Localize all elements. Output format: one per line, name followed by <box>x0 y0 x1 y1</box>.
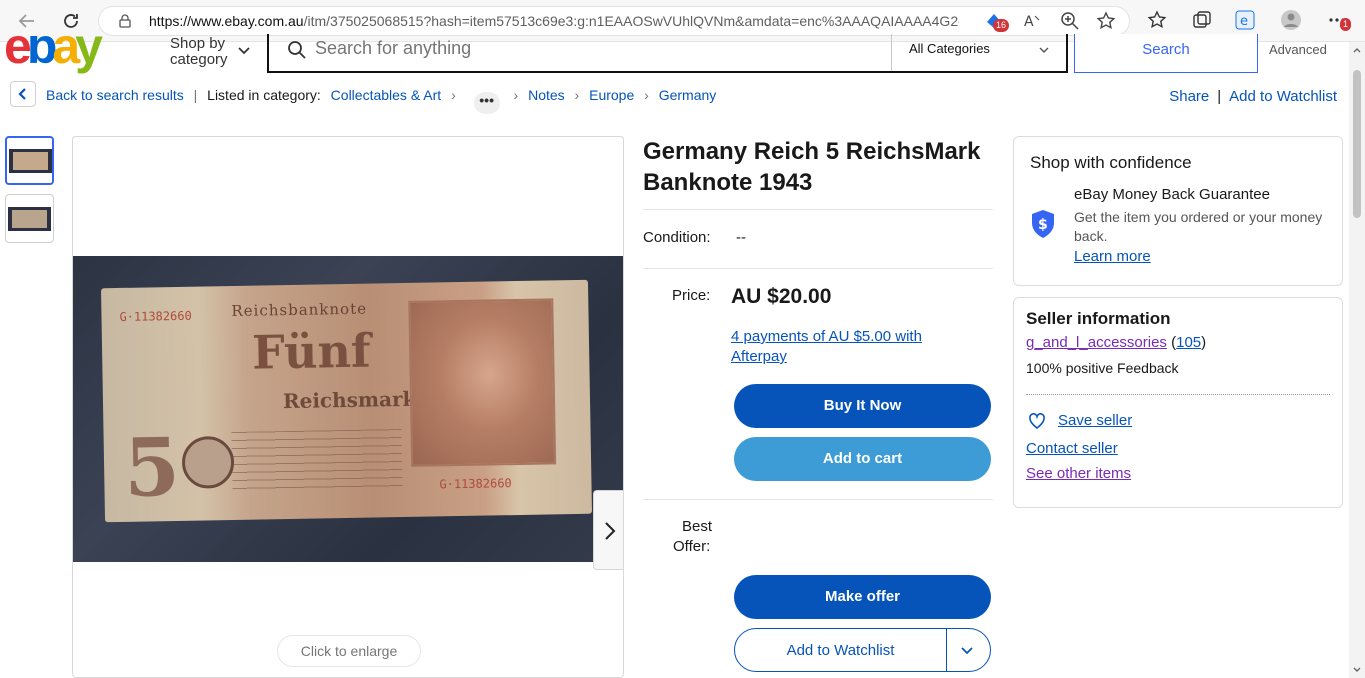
svg-text:e: e <box>1240 14 1248 29</box>
save-seller-link[interactable]: Save seller <box>1058 412 1132 429</box>
main-image-viewer[interactable]: G·11382660 Reichsbanknote Fünf Reichsmar… <box>72 136 624 678</box>
search-button[interactable]: Search <box>1074 34 1258 73</box>
guarantee-title: eBay Money Back Guarantee <box>1074 186 1270 203</box>
svg-text:$: $ <box>1038 217 1048 233</box>
heart-icon[interactable] <box>1028 412 1046 430</box>
condition-label: Condition: <box>643 229 711 246</box>
price-label: Price: <box>672 287 711 304</box>
thumbnail-1[interactable] <box>5 136 54 185</box>
breadcrumb-item-germany[interactable]: Germany <box>659 87 717 103</box>
banknote-thumbnail <box>13 152 48 170</box>
chevron-right-icon: › <box>513 87 519 103</box>
search-bar: All Categories <box>267 34 1068 73</box>
learn-more-link[interactable]: Learn more <box>1074 248 1151 265</box>
edge-extension-icon[interactable]: e <box>1234 9 1256 31</box>
address-bar[interactable]: https://www.ebay.com.au/itm/375025068515… <box>98 6 1130 36</box>
collections-icon[interactable] <box>1191 9 1213 31</box>
svg-text:A: A <box>1024 14 1034 30</box>
scrollbar-thumb[interactable] <box>1353 70 1361 218</box>
divider <box>643 209 993 210</box>
advanced-search-link[interactable]: Advanced <box>1269 42 1327 57</box>
profile-avatar-icon[interactable] <box>1280 9 1302 31</box>
add-to-watchlist-button[interactable]: Add to Watchlist <box>734 628 991 672</box>
chevron-down-icon[interactable] <box>960 643 974 657</box>
shield-icon: $ <box>1032 210 1054 238</box>
search-icon <box>288 41 306 59</box>
breadcrumb-item-europe[interactable]: Europe <box>589 87 634 103</box>
add-to-watchlist-link[interactable]: Add to Watchlist <box>1229 88 1337 105</box>
zoom-icon[interactable] <box>1059 10 1081 32</box>
share-watch-links: Share | Add to Watchlist <box>1169 88 1337 105</box>
banknote-back-thumbnail <box>12 210 47 228</box>
chevron-left-icon <box>18 88 26 100</box>
divider <box>1026 394 1330 395</box>
favorites-icon[interactable] <box>1146 9 1168 31</box>
extension-badge: 16 <box>993 19 1010 32</box>
scroll-up-icon[interactable] <box>1349 42 1365 58</box>
scroll-down-icon[interactable] <box>1349 662 1365 678</box>
chevron-down-icon[interactable] <box>236 42 252 58</box>
item-title: Germany Reich 5 ReichsMark Banknote 1943 <box>643 138 981 196</box>
chevron-down-icon <box>1039 47 1049 53</box>
seller-name: g_and_l_accessories (105) <box>1026 334 1207 351</box>
breadcrumb-item-collectables[interactable]: Collectables & Art <box>331 87 442 103</box>
make-offer-button[interactable]: Make offer <box>734 575 991 619</box>
search-input[interactable] <box>315 38 875 59</box>
buy-it-now-button[interactable]: Buy It Now <box>734 384 991 428</box>
portrait-image <box>408 298 557 467</box>
back-to-search-link[interactable]: Back to search results <box>46 87 184 103</box>
breadcrumb-more-button[interactable]: ••• <box>473 92 500 114</box>
banknote-image: G·11382660 Reichsbanknote Fünf Reichsmar… <box>100 279 593 523</box>
back-to-results-button[interactable] <box>10 81 36 107</box>
contact-seller-link[interactable]: Contact seller <box>1026 440 1118 457</box>
seller-name-link[interactable]: g_and_l_accessories <box>1026 334 1167 351</box>
read-aloud-icon[interactable]: A <box>1021 10 1043 32</box>
chevron-right-icon: › <box>451 87 456 103</box>
refresh-icon[interactable] <box>58 8 84 34</box>
condition-value: -- <box>736 229 746 246</box>
url-text[interactable]: https://www.ebay.com.au/itm/375025068515… <box>149 13 959 29</box>
best-offer-label: Best <box>682 518 713 535</box>
breadcrumb: Back to search results | Listed in categ… <box>46 87 716 114</box>
item-photo[interactable]: G·11382660 Reichsbanknote Fünf Reichsmar… <box>73 256 623 570</box>
chevron-right-icon: › <box>644 87 649 103</box>
thumbnail-2[interactable] <box>5 194 54 243</box>
shop-with-confidence-panel: Shop with confidence $ eBay Money Back G… <box>1013 136 1343 286</box>
breadcrumb-item-notes[interactable]: Notes <box>528 87 565 103</box>
chevron-right-icon: › <box>574 87 580 103</box>
category-select[interactable]: All Categories <box>891 34 1068 71</box>
next-image-button[interactable] <box>593 490 623 570</box>
shop-by-category-button[interactable]: Shop by category <box>170 36 228 68</box>
click-to-enlarge-button[interactable]: Click to enlarge <box>277 635 421 667</box>
notification-badge: 1 <box>1340 18 1352 31</box>
add-favorite-icon[interactable] <box>1095 10 1117 32</box>
seller-information-panel: Seller information g_and_l_accessories (… <box>1013 297 1343 508</box>
add-to-cart-button[interactable]: Add to cart <box>734 437 991 481</box>
positive-feedback: 100% positive Feedback <box>1026 360 1179 376</box>
back-icon[interactable] <box>14 8 40 34</box>
feedback-count-link[interactable]: 105 <box>1176 334 1201 351</box>
eagle-seal-icon <box>181 435 235 489</box>
divider <box>643 268 993 269</box>
best-offer-label-2: Offer: <box>673 538 711 555</box>
guarantee-description: Get the item you ordered or your money b… <box>1074 209 1323 244</box>
panel-title: Shop with confidence <box>1030 153 1192 172</box>
page-scrollbar[interactable] <box>1349 42 1365 678</box>
panel-title: Seller information <box>1026 309 1171 328</box>
listed-in-label: Listed in category: <box>207 87 321 103</box>
banknote-fine-print <box>231 429 403 493</box>
lock-icon[interactable] <box>119 14 131 28</box>
watchlist-split-divider <box>946 628 947 671</box>
divider <box>643 499 993 500</box>
afterpay-link[interactable]: 4 payments of AU $5.00 with Afterpay <box>731 327 971 367</box>
price-value: AU $20.00 <box>731 285 832 308</box>
share-link[interactable]: Share <box>1169 88 1209 105</box>
see-other-items-link[interactable]: See other items <box>1026 465 1131 482</box>
ebay-logo[interactable]: ebay <box>4 36 134 76</box>
chevron-right-icon <box>605 522 616 540</box>
